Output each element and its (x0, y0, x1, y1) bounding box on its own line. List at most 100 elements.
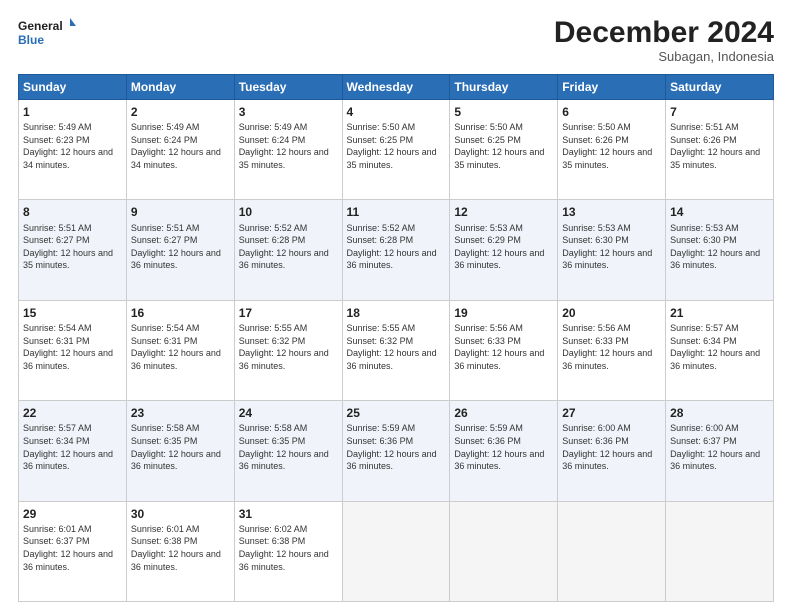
page: General Blue December 2024 Subagan, Indo… (0, 0, 792, 612)
table-row: 21Sunrise: 5:57 AMSunset: 6:34 PMDayligh… (666, 300, 774, 400)
table-row: 5Sunrise: 5:50 AMSunset: 6:25 PMDaylight… (450, 100, 558, 200)
day-info: Sunrise: 5:52 AMSunset: 6:28 PMDaylight:… (239, 222, 338, 272)
table-row: 24Sunrise: 5:58 AMSunset: 6:35 PMDayligh… (234, 401, 342, 501)
day-number: 25 (347, 405, 446, 421)
table-row: 29Sunrise: 6:01 AMSunset: 6:37 PMDayligh… (19, 501, 127, 601)
calendar-week-row: 22Sunrise: 5:57 AMSunset: 6:34 PMDayligh… (19, 401, 774, 501)
day-info: Sunrise: 5:58 AMSunset: 6:35 PMDaylight:… (131, 422, 230, 472)
day-info: Sunrise: 5:53 AMSunset: 6:29 PMDaylight:… (454, 222, 553, 272)
table-row (558, 501, 666, 601)
day-info: Sunrise: 5:54 AMSunset: 6:31 PMDaylight:… (131, 322, 230, 372)
day-number: 11 (347, 204, 446, 220)
table-row: 25Sunrise: 5:59 AMSunset: 6:36 PMDayligh… (342, 401, 450, 501)
table-row: 10 Sunrise: 5:52 AMSunset: 6:28 PMDayligh… (234, 200, 342, 300)
day-number: 31 (239, 506, 338, 522)
day-number: 15 (23, 305, 122, 321)
day-number: 4 (347, 104, 446, 120)
header-sunday: Sunday (19, 75, 127, 100)
day-info: Sunrise: 5:55 AMSunset: 6:32 PMDaylight:… (239, 322, 338, 372)
header-monday: Monday (126, 75, 234, 100)
day-info: Sunrise: 5:58 AMSunset: 6:35 PMDaylight:… (239, 422, 338, 472)
day-info: Sunrise: 5:55 AMSunset: 6:32 PMDaylight:… (347, 322, 446, 372)
table-row: 28Sunrise: 6:00 AMSunset: 6:37 PMDayligh… (666, 401, 774, 501)
day-info: Sunrise: 5:53 AMSunset: 6:30 PMDaylight:… (562, 222, 661, 272)
day-number: 20 (562, 305, 661, 321)
day-number: 3 (239, 104, 338, 120)
header-tuesday: Tuesday (234, 75, 342, 100)
day-number: 29 (23, 506, 122, 522)
day-number: 27 (562, 405, 661, 421)
logo-svg: General Blue (18, 16, 78, 48)
day-info: Sunrise: 5:50 AMSunset: 6:25 PMDaylight:… (454, 121, 553, 171)
header-friday: Friday (558, 75, 666, 100)
day-info: Sunrise: 5:51 AMSunset: 6:27 PMDaylight:… (23, 222, 122, 272)
table-row: 7Sunrise: 5:51 AMSunset: 6:26 PMDaylight… (666, 100, 774, 200)
table-row: 27Sunrise: 6:00 AMSunset: 6:36 PMDayligh… (558, 401, 666, 501)
header-thursday: Thursday (450, 75, 558, 100)
day-number: 10 (239, 204, 338, 220)
subtitle: Subagan, Indonesia (554, 49, 774, 64)
table-row: 6Sunrise: 5:50 AMSunset: 6:26 PMDaylight… (558, 100, 666, 200)
day-info: Sunrise: 6:02 AMSunset: 6:38 PMDaylight:… (239, 523, 338, 573)
day-number: 17 (239, 305, 338, 321)
day-info: Sunrise: 5:49 AMSunset: 6:23 PMDaylight:… (23, 121, 122, 171)
table-row: 4Sunrise: 5:50 AMSunset: 6:25 PMDaylight… (342, 100, 450, 200)
table-row: 3Sunrise: 5:49 AMSunset: 6:24 PMDaylight… (234, 100, 342, 200)
table-row: 20Sunrise: 5:56 AMSunset: 6:33 PMDayligh… (558, 300, 666, 400)
day-info: Sunrise: 5:59 AMSunset: 6:36 PMDaylight:… (347, 422, 446, 472)
table-row: 1Sunrise: 5:49 AMSunset: 6:23 PMDaylight… (19, 100, 127, 200)
day-info: Sunrise: 5:53 AMSunset: 6:30 PMDaylight:… (670, 222, 769, 272)
table-row: 2Sunrise: 5:49 AMSunset: 6:24 PMDaylight… (126, 100, 234, 200)
day-number: 19 (454, 305, 553, 321)
day-number: 8 (23, 204, 122, 220)
day-number: 16 (131, 305, 230, 321)
day-info: Sunrise: 5:56 AMSunset: 6:33 PMDaylight:… (454, 322, 553, 372)
title-block: December 2024 Subagan, Indonesia (554, 16, 774, 64)
day-number: 30 (131, 506, 230, 522)
table-row: 19Sunrise: 5:56 AMSunset: 6:33 PMDayligh… (450, 300, 558, 400)
day-info: Sunrise: 5:51 AMSunset: 6:26 PMDaylight:… (670, 121, 769, 171)
day-info: Sunrise: 5:57 AMSunset: 6:34 PMDaylight:… (670, 322, 769, 372)
day-number: 24 (239, 405, 338, 421)
day-number: 7 (670, 104, 769, 120)
day-number: 2 (131, 104, 230, 120)
table-row: 26Sunrise: 5:59 AMSunset: 6:36 PMDayligh… (450, 401, 558, 501)
svg-text:Blue: Blue (18, 33, 44, 47)
table-row: 9Sunrise: 5:51 AMSunset: 6:27 PMDaylight… (126, 200, 234, 300)
table-row: 17Sunrise: 5:55 AMSunset: 6:32 PMDayligh… (234, 300, 342, 400)
header-wednesday: Wednesday (342, 75, 450, 100)
day-info: Sunrise: 6:01 AMSunset: 6:37 PMDaylight:… (23, 523, 122, 573)
table-row (342, 501, 450, 601)
day-number: 14 (670, 204, 769, 220)
day-info: Sunrise: 5:51 AMSunset: 6:27 PMDaylight:… (131, 222, 230, 272)
day-info: Sunrise: 5:56 AMSunset: 6:33 PMDaylight:… (562, 322, 661, 372)
day-number: 13 (562, 204, 661, 220)
day-info: Sunrise: 6:00 AMSunset: 6:36 PMDaylight:… (562, 422, 661, 472)
day-number: 22 (23, 405, 122, 421)
table-row: 30Sunrise: 6:01 AMSunset: 6:38 PMDayligh… (126, 501, 234, 601)
table-row: 14 Sunrise: 5:53 AMSunset: 6:30 PMDayligh… (666, 200, 774, 300)
calendar-header-row: Sunday Monday Tuesday Wednesday Thursday… (19, 75, 774, 100)
logo: General Blue (18, 16, 78, 48)
svg-text:General: General (18, 19, 63, 33)
table-row: 12 Sunrise: 5:53 AMSunset: 6:29 PMDayligh… (450, 200, 558, 300)
day-number: 6 (562, 104, 661, 120)
day-info: Sunrise: 5:49 AMSunset: 6:24 PMDaylight:… (239, 121, 338, 171)
day-info: Sunrise: 5:50 AMSunset: 6:25 PMDaylight:… (347, 121, 446, 171)
day-info: Sunrise: 5:50 AMSunset: 6:26 PMDaylight:… (562, 121, 661, 171)
day-number: 28 (670, 405, 769, 421)
day-number: 21 (670, 305, 769, 321)
day-info: Sunrise: 5:59 AMSunset: 6:36 PMDaylight:… (454, 422, 553, 472)
day-number: 26 (454, 405, 553, 421)
day-info: Sunrise: 5:52 AMSunset: 6:28 PMDaylight:… (347, 222, 446, 272)
table-row (666, 501, 774, 601)
table-row: 23Sunrise: 5:58 AMSunset: 6:35 PMDayligh… (126, 401, 234, 501)
table-row: 16Sunrise: 5:54 AMSunset: 6:31 PMDayligh… (126, 300, 234, 400)
day-number: 18 (347, 305, 446, 321)
calendar-week-row: 15 Sunrise: 5:54 AMSunset: 6:31 PMDayligh… (19, 300, 774, 400)
header: General Blue December 2024 Subagan, Indo… (18, 16, 774, 64)
day-number: 23 (131, 405, 230, 421)
day-number: 12 (454, 204, 553, 220)
day-number: 5 (454, 104, 553, 120)
table-row: 22Sunrise: 5:57 AMSunset: 6:34 PMDayligh… (19, 401, 127, 501)
